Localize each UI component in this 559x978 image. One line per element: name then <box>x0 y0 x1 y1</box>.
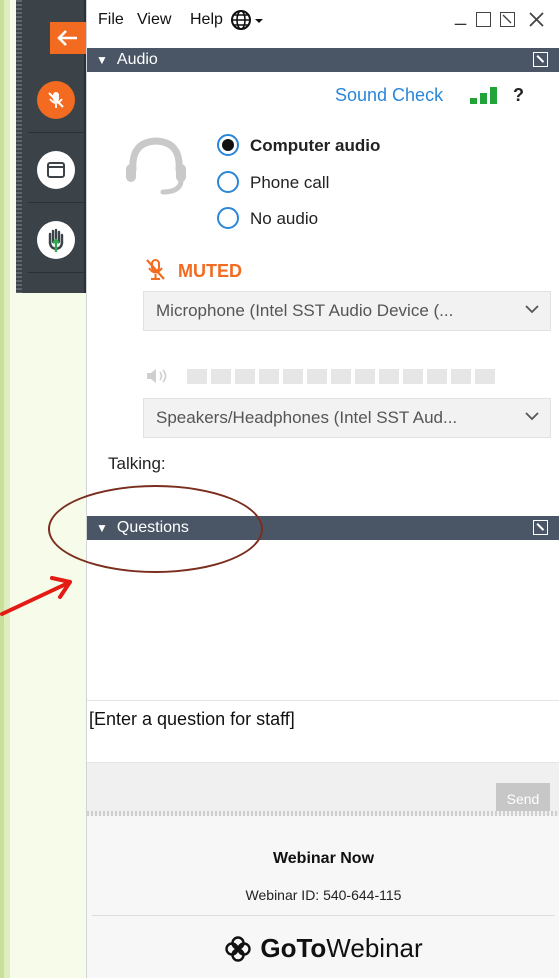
signal-strength-icon <box>470 87 497 104</box>
meter-segment <box>331 369 351 384</box>
chevron-down-icon <box>524 301 540 322</box>
screen-window-icon <box>37 150 75 189</box>
collapse-triangle-icon: ▼ <box>96 53 108 67</box>
close-icon[interactable] <box>528 11 545 28</box>
popout-button[interactable] <box>500 12 515 27</box>
annotation-arrow <box>0 576 72 616</box>
meter-segment <box>355 369 375 384</box>
radio-no-audio[interactable] <box>217 207 239 229</box>
speaker-icon <box>147 369 167 383</box>
radio-phone-call[interactable] <box>217 171 239 193</box>
mute-button[interactable] <box>28 67 84 133</box>
microphone-muted-icon <box>37 80 75 119</box>
footer-divider <box>92 915 555 916</box>
send-row: Send <box>87 763 559 815</box>
menu-file[interactable]: File <box>98 11 124 29</box>
mute-status: MUTED <box>178 261 242 281</box>
raise-hand-button[interactable] <box>28 207 84 273</box>
talking-label: Talking: <box>108 454 166 473</box>
webinar-footer: Webinar Now Webinar ID: 540-644-115 GoTo… <box>87 816 559 978</box>
meter-segment <box>379 369 399 384</box>
menu-bar: File View Help _ <box>87 0 559 40</box>
brand-light: Webinar <box>326 933 423 963</box>
raise-hand-icon <box>37 220 75 259</box>
collapse-panel-button[interactable] <box>50 22 86 54</box>
background-stripe <box>0 0 4 978</box>
headset-icon <box>126 137 186 195</box>
minimize-button[interactable]: _ <box>455 4 466 27</box>
drag-handle[interactable] <box>16 0 22 293</box>
question-placeholder: [Enter a question for staff] <box>89 709 295 729</box>
annotation-oval <box>48 485 263 573</box>
meter-segment <box>187 369 207 384</box>
webinar-id: Webinar ID: 540-644-115 <box>245 887 402 903</box>
menu-view[interactable]: View <box>137 11 171 29</box>
option-phone-call[interactable]: Phone call <box>250 173 329 193</box>
meter-segment <box>475 369 495 384</box>
menu-help[interactable]: Help <box>190 11 223 29</box>
meter-segment <box>307 369 327 384</box>
audio-section-header[interactable]: ▼ Audio <box>87 48 559 72</box>
chevron-down-icon <box>524 408 540 429</box>
restore-button[interactable] <box>476 12 491 27</box>
sound-check-link[interactable]: Sound Check <box>335 85 443 106</box>
meter-segment <box>403 369 423 384</box>
microphone-select[interactable]: Microphone (Intel SST Audio Device (... <box>143 291 551 331</box>
control-panel <box>16 0 86 293</box>
arrow-left-icon <box>57 30 77 46</box>
globe-icon <box>231 10 263 30</box>
meter-segment <box>235 369 255 384</box>
expand-icon <box>502 14 512 24</box>
meter-segment <box>259 369 279 384</box>
radio-computer-audio[interactable] <box>217 134 239 156</box>
microphone-muted-icon <box>146 259 165 280</box>
meter-segment <box>211 369 231 384</box>
popout-section-icon[interactable] <box>533 520 548 535</box>
microphone-value: Microphone (Intel SST Audio Device (... <box>156 301 454 320</box>
popout-section-icon[interactable] <box>533 52 548 67</box>
brand-bold: GoTo <box>260 933 327 963</box>
meter-segment <box>451 369 471 384</box>
option-computer-audio[interactable]: Computer audio <box>250 136 380 156</box>
section-title: Audio <box>116 51 158 68</box>
language-menu[interactable] <box>230 9 268 36</box>
meter-segment <box>283 369 303 384</box>
meter-segment <box>427 369 447 384</box>
option-no-audio[interactable]: No audio <box>250 209 318 229</box>
gotowebinar-logo-icon <box>225 935 252 962</box>
sound-check-help[interactable]: ? <box>513 85 524 106</box>
question-input[interactable]: [Enter a question for staff] <box>87 700 559 763</box>
webinar-title: Webinar Now <box>272 850 375 867</box>
speakers-value: Speakers/Headphones (Intel SST Aud... <box>156 408 458 427</box>
screen-button[interactable] <box>28 137 84 203</box>
brand-logo: GoTo Webinar <box>87 933 559 964</box>
speakers-select[interactable]: Speakers/Headphones (Intel SST Aud... <box>143 398 551 438</box>
